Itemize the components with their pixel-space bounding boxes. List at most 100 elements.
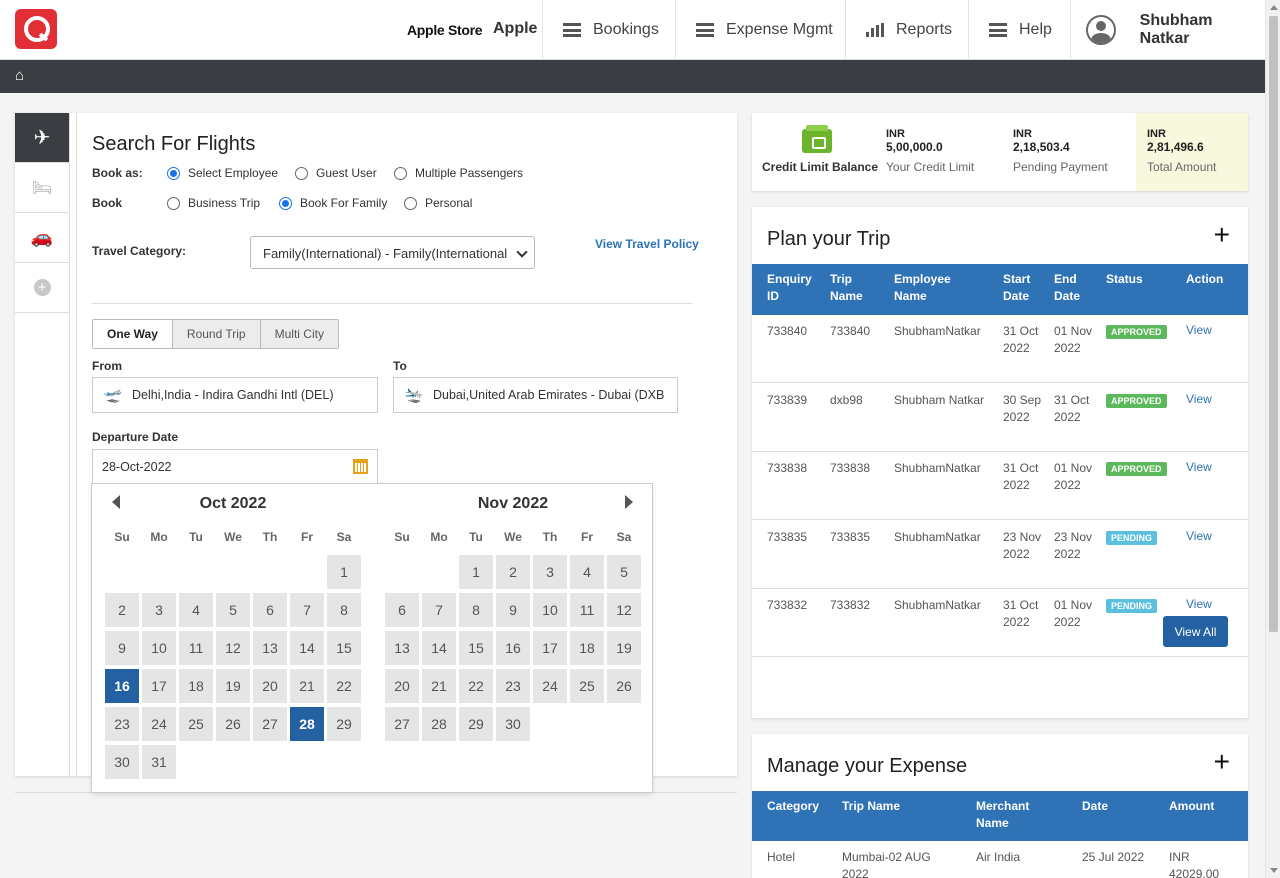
calendar-day[interactable]: 21 <box>290 669 324 703</box>
flight-tab[interactable]: ✈ <box>15 113 69 163</box>
page-scrollbar[interactable] <box>1265 0 1280 878</box>
calendar-day[interactable]: 3 <box>142 593 176 627</box>
nav-help[interactable]: Help <box>968 0 1071 60</box>
table-header-cell[interactable]: End Date <box>1054 271 1099 305</box>
add-expense-plus-icon[interactable]: + <box>1214 748 1230 776</box>
calendar-day[interactable]: 10 <box>142 631 176 665</box>
departure-date-input[interactable]: 28-Oct-2022 <box>92 449 378 485</box>
calendar-day[interactable]: 20 <box>253 669 287 703</box>
apple-store-link[interactable]: Apple Store <box>405 22 484 38</box>
table-header-cell[interactable]: Trip Name <box>842 798 932 815</box>
calendar-day[interactable]: 9 <box>105 631 139 665</box>
radio-select-employee[interactable]: Select Employee <box>167 166 278 180</box>
scroll-up-arrow[interactable] <box>1270 5 1278 10</box>
table-header-cell[interactable]: Status <box>1106 271 1151 288</box>
radio-book-for-family[interactable]: Book For Family <box>279 196 387 210</box>
table-header-cell[interactable]: Employee Name <box>894 271 974 305</box>
calendar-day[interactable]: 27 <box>253 707 287 741</box>
hotel-tab[interactable]: 🛏 <box>15 163 69 213</box>
calendar-day[interactable]: 8 <box>459 593 493 627</box>
view-travel-policy-link[interactable]: View Travel Policy <box>595 237 699 251</box>
calendar-day[interactable]: 29 <box>459 707 493 741</box>
calendar-day[interactable]: 25 <box>179 707 213 741</box>
calendar-day[interactable]: 11 <box>570 593 604 627</box>
calendar-day[interactable]: 8 <box>327 593 361 627</box>
calendar-day[interactable]: 22 <box>327 669 361 703</box>
scroll-down-arrow[interactable] <box>1270 868 1278 873</box>
calendar-day[interactable]: 23 <box>105 707 139 741</box>
table-header-cell[interactable]: Trip Name <box>830 271 875 305</box>
calendar-day[interactable]: 20 <box>385 669 419 703</box>
view-link[interactable]: View <box>1186 460 1212 474</box>
table-header-cell[interactable]: Start Date <box>1003 271 1048 305</box>
calendar-day[interactable]: 7 <box>422 593 456 627</box>
calendar-day[interactable]: 1 <box>327 555 361 589</box>
calendar-day[interactable]: 16 <box>105 669 139 703</box>
calendar-day[interactable]: 12 <box>607 593 641 627</box>
calendar-day[interactable]: 13 <box>253 631 287 665</box>
calendar-day[interactable]: 30 <box>496 707 530 741</box>
calendar-day[interactable]: 10 <box>533 593 567 627</box>
calendar-day[interactable]: 18 <box>179 669 213 703</box>
home-icon[interactable]: ⌂ <box>15 67 24 84</box>
nav-bookings[interactable]: Bookings <box>542 0 676 60</box>
tab-one-way[interactable]: One Way <box>93 320 173 348</box>
calendar-day[interactable]: 17 <box>533 631 567 665</box>
calendar-day[interactable]: 23 <box>496 669 530 703</box>
calendar-day[interactable]: 7 <box>290 593 324 627</box>
table-header-cell[interactable]: Amount <box>1169 798 1229 815</box>
tab-round-trip[interactable]: Round Trip <box>172 320 261 348</box>
calendar-day[interactable]: 5 <box>607 555 641 589</box>
calendar-day[interactable]: 25 <box>570 669 604 703</box>
calendar-day[interactable]: 26 <box>607 669 641 703</box>
view-link[interactable]: View <box>1186 323 1212 337</box>
calendar-day[interactable]: 30 <box>105 745 139 779</box>
calendar-day[interactable]: 17 <box>142 669 176 703</box>
to-input[interactable]: 🛬 Dubai,United Arab Emirates - Dubai (DXB <box>393 377 678 413</box>
view-link[interactable]: View <box>1186 392 1212 406</box>
add-tab[interactable]: + <box>15 263 69 313</box>
calendar-day[interactable]: 27 <box>385 707 419 741</box>
table-header-cell[interactable]: Merchant Name <box>976 798 1046 832</box>
calendar-day[interactable]: 16 <box>496 631 530 665</box>
calendar-day[interactable]: 28 <box>422 707 456 741</box>
add-trip-plus-icon[interactable]: + <box>1214 221 1230 249</box>
car-tab[interactable]: 🚗 <box>15 213 69 263</box>
calendar-day[interactable]: 31 <box>142 745 176 779</box>
table-header-cell[interactable]: Date <box>1082 798 1142 815</box>
calendar-day[interactable]: 26 <box>216 707 250 741</box>
calendar-day[interactable]: 2 <box>105 593 139 627</box>
brand-logo[interactable] <box>15 9 57 49</box>
calendar-day[interactable]: 14 <box>290 631 324 665</box>
calendar-day[interactable]: 28 <box>290 707 324 741</box>
radio-guest-user[interactable]: Guest User <box>295 166 377 180</box>
calendar-day[interactable]: 13 <box>385 631 419 665</box>
calendar-day[interactable]: 19 <box>607 631 641 665</box>
nav-expense-mgmt[interactable]: Expense Mgmt <box>675 0 846 60</box>
calendar-icon[interactable] <box>353 459 368 474</box>
tab-multi-city[interactable]: Multi City <box>260 320 338 348</box>
radio-multiple-passengers[interactable]: Multiple Passengers <box>394 166 523 180</box>
calendar-day[interactable]: 9 <box>496 593 530 627</box>
calendar-day[interactable]: 15 <box>327 631 361 665</box>
calendar-day[interactable]: 6 <box>253 593 287 627</box>
radio-personal[interactable]: Personal <box>404 196 472 210</box>
travel-category-select[interactable]: Family(International) - Family(Internati… <box>250 236 535 269</box>
user-menu[interactable]: Shubham Natkar <box>1070 0 1265 60</box>
scrollbar-thumb[interactable] <box>1269 16 1278 632</box>
calendar-day[interactable]: 22 <box>459 669 493 703</box>
calendar-day[interactable]: 15 <box>459 631 493 665</box>
radio-business-trip[interactable]: Business Trip <box>167 196 260 210</box>
table-header-cell[interactable]: Enquiry ID <box>767 271 817 305</box>
table-header-cell[interactable]: Category <box>767 798 827 815</box>
calendar-day[interactable]: 5 <box>216 593 250 627</box>
calendar-day[interactable]: 12 <box>216 631 250 665</box>
calendar-day[interactable]: 6 <box>385 593 419 627</box>
calendar-day[interactable]: 2 <box>496 555 530 589</box>
calendar-day[interactable]: 4 <box>570 555 604 589</box>
calendar-day[interactable]: 19 <box>216 669 250 703</box>
calendar-day[interactable]: 18 <box>570 631 604 665</box>
nav-reports[interactable]: Reports <box>845 0 969 60</box>
calendar-day[interactable]: 3 <box>533 555 567 589</box>
table-header-cell[interactable]: Action <box>1186 271 1231 288</box>
